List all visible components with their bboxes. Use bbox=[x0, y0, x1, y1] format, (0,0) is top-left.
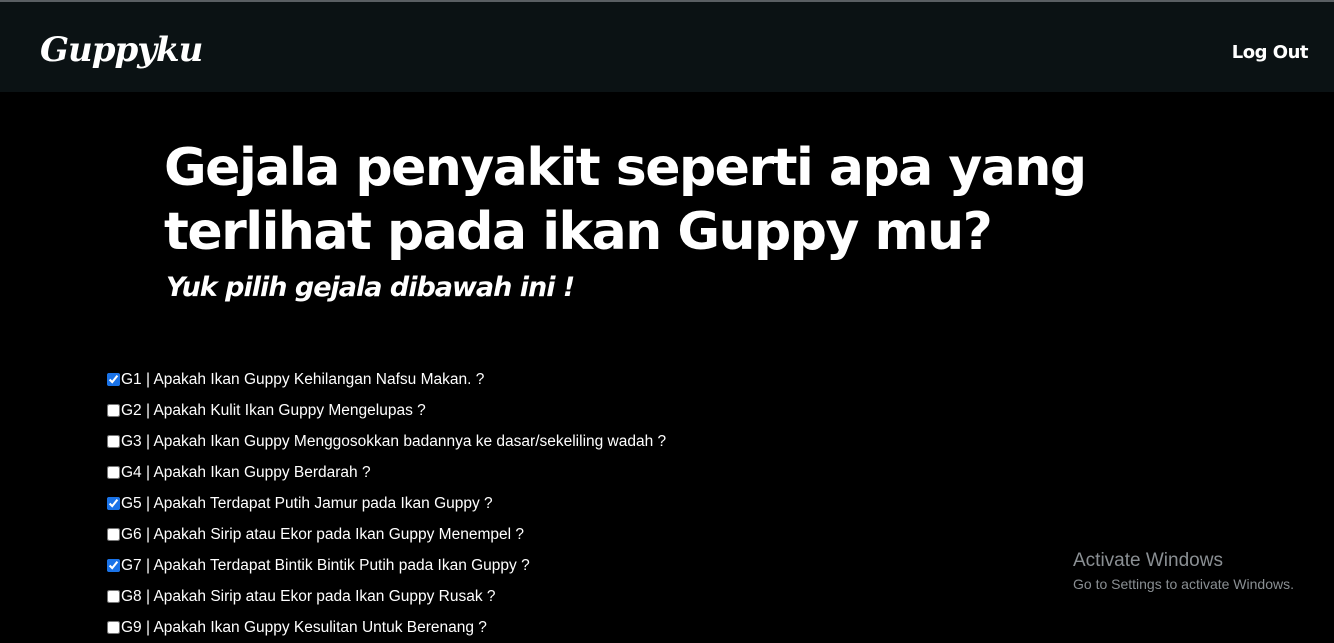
watermark-subtitle: Go to Settings to activate Windows. bbox=[1073, 576, 1294, 592]
page-title: Gejala penyakit seperti apa yang terliha… bbox=[164, 138, 1087, 262]
page-subtitle: Yuk pilih gejala dibawah ini ! bbox=[166, 272, 575, 303]
watermark-title: Activate Windows bbox=[1073, 550, 1223, 571]
symptom-label: G5 | Apakah Terdapat Putih Jamur pada Ik… bbox=[121, 494, 493, 512]
navbar: Guppyku Log Out bbox=[0, 2, 1334, 92]
symptom-checkbox[interactable] bbox=[107, 435, 120, 448]
symptom-label: G2 | Apakah Kulit Ikan Guppy Mengelupas … bbox=[121, 401, 426, 419]
symptom-label: G6 | Apakah Sirip atau Ekor pada Ikan Gu… bbox=[121, 525, 524, 543]
logout-button[interactable]: Log Out bbox=[1232, 42, 1309, 63]
symptom-checkbox[interactable] bbox=[107, 373, 120, 386]
symptom-label: G7 | Apakah Terdapat Bintik Bintik Putih… bbox=[121, 556, 530, 574]
brand-logo[interactable]: Guppyku bbox=[40, 30, 203, 70]
symptom-item[interactable]: G3 | Apakah Ikan Guppy Menggosokkan bada… bbox=[107, 426, 666, 457]
symptom-item[interactable]: G5 | Apakah Terdapat Putih Jamur pada Ik… bbox=[107, 488, 666, 519]
symptom-item[interactable]: G6 | Apakah Sirip atau Ekor pada Ikan Gu… bbox=[107, 519, 666, 550]
symptom-checkbox[interactable] bbox=[107, 621, 120, 634]
symptom-label: G3 | Apakah Ikan Guppy Menggosokkan bada… bbox=[121, 432, 667, 450]
symptom-item[interactable]: G7 | Apakah Terdapat Bintik Bintik Putih… bbox=[107, 550, 666, 581]
symptom-checkbox[interactable] bbox=[107, 559, 120, 572]
symptom-item[interactable]: G1 | Apakah Ikan Guppy Kehilangan Nafsu … bbox=[107, 364, 666, 395]
symptom-label: G4 | Apakah Ikan Guppy Berdarah ? bbox=[121, 463, 371, 481]
symptom-checkbox[interactable] bbox=[107, 404, 120, 417]
symptom-checkbox[interactable] bbox=[107, 528, 120, 541]
symptom-checkbox[interactable] bbox=[107, 497, 120, 510]
symptom-item[interactable]: G2 | Apakah Kulit Ikan Guppy Mengelupas … bbox=[107, 395, 666, 426]
symptom-item[interactable]: G4 | Apakah Ikan Guppy Berdarah ? bbox=[107, 457, 666, 488]
symptom-label: G8 | Apakah Sirip atau Ekor pada Ikan Gu… bbox=[121, 587, 496, 605]
symptom-checkbox[interactable] bbox=[107, 466, 120, 479]
symptom-label: G1 | Apakah Ikan Guppy Kehilangan Nafsu … bbox=[121, 370, 485, 388]
symptom-list: G1 | Apakah Ikan Guppy Kehilangan Nafsu … bbox=[107, 364, 666, 643]
symptom-item[interactable]: G8 | Apakah Sirip atau Ekor pada Ikan Gu… bbox=[107, 581, 666, 612]
symptom-checkbox[interactable] bbox=[107, 590, 120, 603]
symptom-item[interactable]: G9 | Apakah Ikan Guppy Kesulitan Untuk B… bbox=[107, 612, 666, 643]
symptom-label: G9 | Apakah Ikan Guppy Kesulitan Untuk B… bbox=[121, 618, 487, 636]
activate-windows-watermark: Activate Windows Go to Settings to activ… bbox=[1073, 550, 1294, 594]
